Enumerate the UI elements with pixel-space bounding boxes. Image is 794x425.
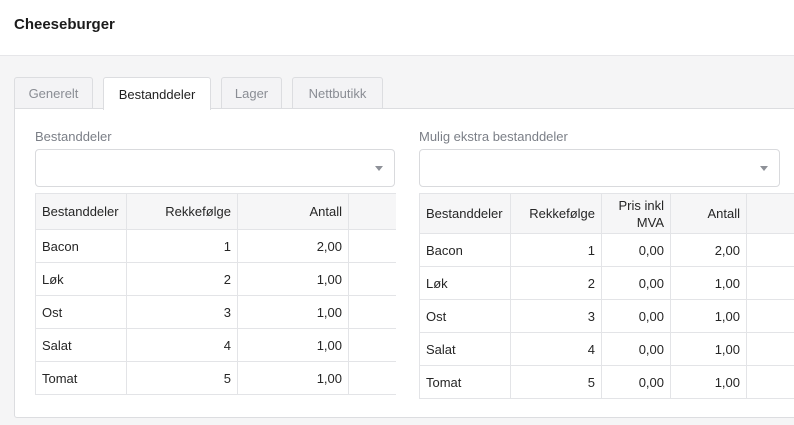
- tab-generelt[interactable]: Generelt: [14, 77, 93, 109]
- cell-name: Salat: [35, 328, 127, 362]
- table-row[interactable]: Tomat 5 0,00 1,00: [419, 365, 794, 399]
- cell-actions: [348, 229, 396, 263]
- cell-order[interactable]: 1: [510, 233, 602, 267]
- cell-name: Tomat: [35, 361, 127, 395]
- cell-actions: [746, 266, 794, 300]
- cell-amount[interactable]: 1,00: [670, 299, 747, 333]
- cell-order[interactable]: 2: [126, 262, 238, 296]
- table-row[interactable]: Bacon 1 2,00: [35, 229, 396, 263]
- cell-name: Ost: [419, 299, 511, 333]
- cell-order[interactable]: 4: [510, 332, 602, 366]
- cell-price[interactable]: 0,00: [601, 365, 671, 399]
- cell-name: Tomat: [419, 365, 511, 399]
- cell-amount[interactable]: 1,00: [237, 361, 349, 395]
- column-header-bestanddeler[interactable]: Bestanddeler: [419, 193, 511, 234]
- column-header-rekkefolge[interactable]: Rekkefølge: [510, 193, 602, 234]
- table-header-row: Bestanddeler Rekkefølge Antall: [35, 193, 396, 230]
- table-row[interactable]: Tomat 5 1,00: [35, 361, 396, 395]
- page-header: Cheeseburger: [0, 0, 794, 56]
- cell-name: Bacon: [35, 229, 127, 263]
- cell-actions: [746, 365, 794, 399]
- cell-actions: [348, 328, 396, 362]
- table-row[interactable]: Bacon 1 0,00 2,00: [419, 233, 794, 267]
- chevron-down-icon: [760, 166, 768, 171]
- tab-nettbutikk[interactable]: Nettbutikk: [292, 77, 383, 109]
- column-header-actions: [746, 193, 794, 234]
- table-row[interactable]: Løk 2 1,00: [35, 262, 396, 296]
- column-header-antall[interactable]: Antall: [670, 193, 747, 234]
- extra-ingredients-field-label: Mulig ekstra bestanddeler: [419, 129, 568, 144]
- cell-order[interactable]: 4: [126, 328, 238, 362]
- cell-amount[interactable]: 1,00: [670, 266, 747, 300]
- cell-name: Løk: [35, 262, 127, 296]
- cell-order[interactable]: 3: [126, 295, 238, 329]
- column-header-actions: [348, 193, 396, 230]
- cell-name: Salat: [419, 332, 511, 366]
- cell-price[interactable]: 0,00: [601, 299, 671, 333]
- column-header-antall[interactable]: Antall: [237, 193, 349, 230]
- cell-name: Løk: [419, 266, 511, 300]
- tab-bestanddeler[interactable]: Bestanddeler: [103, 77, 211, 110]
- extra-ingredients-select[interactable]: [419, 149, 780, 187]
- ingredients-select[interactable]: [35, 149, 395, 187]
- column-header-bestanddeler[interactable]: Bestanddeler: [35, 193, 127, 230]
- table-row[interactable]: Ost 3 0,00 1,00: [419, 299, 794, 333]
- cell-actions: [746, 233, 794, 267]
- ingredients-table: Bestanddeler Rekkefølge Antall Bacon 1 2…: [35, 193, 396, 395]
- column-header-rekkefolge[interactable]: Rekkefølge: [126, 193, 238, 230]
- cell-amount[interactable]: 1,00: [237, 295, 349, 329]
- table-row[interactable]: Ost 3 1,00: [35, 295, 396, 329]
- ingredients-field-label: Bestanddeler: [35, 129, 112, 144]
- extra-ingredients-table: Bestanddeler Rekkefølge Pris inkl MVA An…: [419, 193, 794, 399]
- table-row[interactable]: Løk 2 0,00 1,00: [419, 266, 794, 300]
- cell-price[interactable]: 0,00: [601, 266, 671, 300]
- cell-order[interactable]: 5: [126, 361, 238, 395]
- cell-actions: [348, 295, 396, 329]
- cell-order[interactable]: 2: [510, 266, 602, 300]
- cell-actions: [746, 299, 794, 333]
- cell-amount[interactable]: 1,00: [237, 262, 349, 296]
- cell-amount[interactable]: 1,00: [670, 332, 747, 366]
- cell-amount[interactable]: 2,00: [670, 233, 747, 267]
- table-row[interactable]: Salat 4 0,00 1,00: [419, 332, 794, 366]
- page-title: Cheeseburger: [14, 16, 115, 33]
- table-row[interactable]: Salat 4 1,00: [35, 328, 396, 362]
- cell-order[interactable]: 3: [510, 299, 602, 333]
- cell-price[interactable]: 0,00: [601, 233, 671, 267]
- cell-name: Ost: [35, 295, 127, 329]
- tab-content-panel: Bestanddeler Bestanddeler Rekkefølge Ant…: [14, 108, 794, 418]
- cell-amount[interactable]: 1,00: [237, 328, 349, 362]
- cell-order[interactable]: 5: [510, 365, 602, 399]
- column-header-pris-inkl-mva[interactable]: Pris inkl MVA: [601, 193, 671, 234]
- cell-actions: [348, 262, 396, 296]
- cell-name: Bacon: [419, 233, 511, 267]
- cell-price[interactable]: 0,00: [601, 332, 671, 366]
- cell-actions: [348, 361, 396, 395]
- cell-actions: [746, 332, 794, 366]
- cell-amount[interactable]: 2,00: [237, 229, 349, 263]
- chevron-down-icon: [375, 166, 383, 171]
- table-header-row: Bestanddeler Rekkefølge Pris inkl MVA An…: [419, 193, 794, 234]
- cell-order[interactable]: 1: [126, 229, 238, 263]
- cell-amount[interactable]: 1,00: [670, 365, 747, 399]
- tab-lager[interactable]: Lager: [221, 77, 282, 109]
